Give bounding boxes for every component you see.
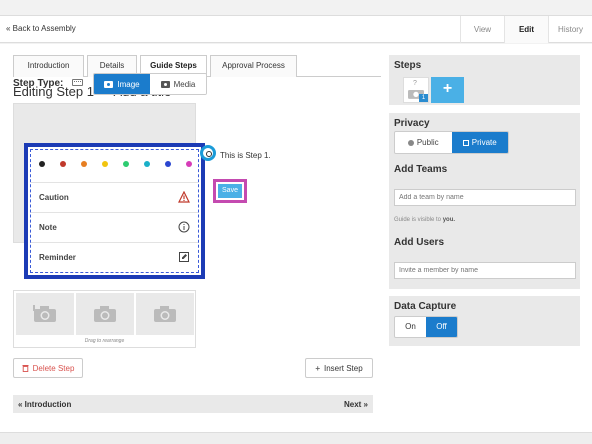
top-bar: « Back to Assembly View Edit History	[0, 15, 592, 43]
bullet-color-orange[interactable]	[81, 161, 87, 167]
media-row: Drag to rearrange	[13, 290, 196, 348]
menu-item-caution[interactable]: Caution	[31, 182, 198, 212]
visibility-value: you.	[442, 217, 456, 223]
add-photo-icon	[94, 306, 116, 322]
privacy-public-button[interactable]: Public	[395, 132, 452, 153]
plus-icon: +	[315, 363, 320, 373]
bullet-color-blue[interactable]	[165, 161, 171, 167]
bullet-color-yellow[interactable]	[102, 161, 108, 167]
privacy-panel: Privacy Public Private Add Teams Guide i…	[389, 113, 580, 289]
media-slot-3[interactable]	[136, 293, 194, 335]
data-capture-toggle: On Off	[394, 316, 458, 338]
data-capture-off-button[interactable]: Off	[426, 317, 457, 337]
bullet-color-red[interactable]	[60, 161, 66, 167]
top-tabs: View Edit History	[460, 16, 592, 43]
caution-icon	[178, 191, 190, 203]
privacy-private-button[interactable]: Private	[451, 132, 508, 153]
step-line-text[interactable]: This is Step 1.	[220, 151, 271, 160]
bullet-options-toggle[interactable]	[200, 145, 216, 161]
media-slot-1[interactable]	[16, 293, 74, 335]
menu-item-note[interactable]: Note	[31, 212, 198, 242]
privacy-toggle: Public Private	[394, 131, 509, 154]
visibility-prefix: Guide is visible to	[394, 217, 442, 223]
delete-step-button[interactable]: Delete Step	[13, 358, 83, 378]
tab-view[interactable]: View	[460, 16, 504, 43]
privacy-title: Privacy	[394, 118, 430, 129]
drag-hint: Drag to rearrange	[84, 338, 125, 344]
keyboard-icon[interactable]	[72, 79, 83, 86]
add-step-button[interactable]: +	[431, 77, 464, 103]
step-type-toggle: Image Media	[93, 73, 207, 95]
video-icon	[160, 80, 170, 88]
steps-title: Steps	[394, 60, 422, 71]
data-capture-panel: Data Capture On Off	[389, 296, 580, 346]
data-capture-title: Data Capture	[394, 301, 457, 312]
edit-icon	[462, 139, 469, 146]
step-type-media-button[interactable]: Media	[150, 74, 206, 94]
next-link[interactable]: Next »	[344, 400, 368, 409]
bullet-options-highlight: Caution Note Reminder	[24, 143, 205, 279]
camera-icon	[104, 80, 114, 88]
add-teams-title: Add Teams	[394, 164, 448, 175]
add-photo-icon	[33, 305, 56, 322]
add-user-input[interactable]	[394, 262, 576, 279]
globe-icon	[407, 139, 414, 146]
bullet-color-green[interactable]	[123, 161, 129, 167]
save-highlight: Save	[213, 179, 247, 203]
trash-icon	[22, 365, 29, 372]
insert-step-label: Insert Step	[323, 363, 363, 373]
bullet-color-row	[35, 160, 195, 170]
privacy-private-label: Private	[471, 138, 497, 147]
back-to-assembly-link[interactable]: « Back to Assembly	[6, 24, 76, 33]
question-mark-icon: ?	[413, 80, 417, 87]
top-strip	[0, 0, 592, 15]
visibility-note: Guide is visible to you.	[394, 217, 455, 223]
bullet-color-teal[interactable]	[144, 161, 150, 167]
media-slot-2[interactable]	[76, 293, 134, 335]
info-icon	[178, 221, 190, 233]
bullet-color-black[interactable]	[39, 161, 45, 167]
data-capture-on-button[interactable]: On	[395, 317, 426, 337]
step-type-image-label: Image	[117, 79, 140, 89]
bottom-strip	[0, 432, 592, 444]
reminder-icon	[179, 252, 189, 262]
tab-history[interactable]: History	[548, 16, 592, 43]
step-pager: « Introduction Next »	[13, 395, 373, 413]
tab-approval-process[interactable]: Approval Process	[210, 55, 297, 77]
prev-link[interactable]: « Introduction	[18, 400, 71, 409]
bullet-color-pink[interactable]	[186, 161, 192, 167]
bullet-options-dropdown: Caution Note Reminder	[30, 149, 199, 273]
reminder-label: Reminder	[39, 253, 76, 262]
add-users-title: Add Users	[394, 237, 445, 248]
menu-item-reminder[interactable]: Reminder	[31, 242, 198, 272]
step-type-label: Step Type:	[13, 78, 64, 89]
delete-step-label: Delete Step	[32, 363, 75, 373]
step-thumbnail[interactable]: ? 1	[403, 77, 429, 103]
note-label: Note	[39, 223, 57, 232]
caution-label: Caution	[39, 193, 69, 202]
add-photo-icon	[154, 306, 176, 322]
step-number-badge: 1	[419, 94, 428, 102]
step-type-image-button[interactable]: Image	[94, 74, 150, 94]
tab-edit[interactable]: Edit	[504, 16, 548, 43]
save-button[interactable]: Save	[218, 184, 242, 198]
step-type-media-label: Media	[173, 79, 196, 89]
steps-panel: Steps ? 1 +	[389, 55, 580, 105]
privacy-public-label: Public	[416, 138, 439, 147]
add-team-input[interactable]	[394, 189, 576, 206]
insert-step-button[interactable]: + Insert Step	[305, 358, 373, 378]
tab-introduction[interactable]: Introduction	[13, 55, 84, 77]
